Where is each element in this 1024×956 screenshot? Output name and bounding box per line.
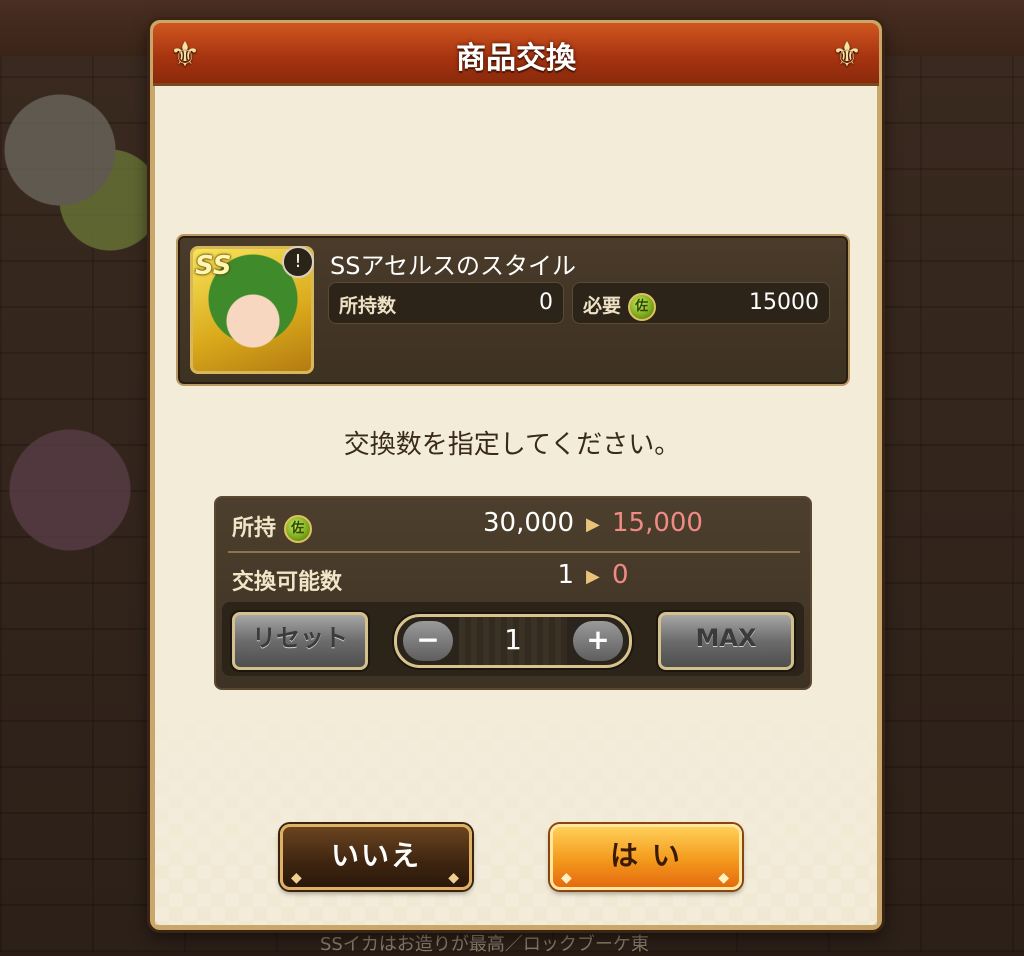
holding-before-value: 30,000 — [483, 508, 574, 538]
required-box: 必要 佐 15000 — [572, 282, 830, 324]
reset-button[interactable]: リセット — [232, 612, 368, 670]
quantity-value: 1 — [459, 617, 567, 665]
sword-icon: ! — [282, 246, 314, 278]
fleur-de-lis-icon: ⚜ — [831, 35, 863, 75]
dialog-title: 商品交換 — [456, 41, 576, 76]
item-name: SSアセルスのスタイル — [330, 252, 576, 280]
holding-label: 所持 佐 — [232, 510, 312, 543]
exchangeable-label: 交換可能数 — [232, 570, 343, 595]
ornament-icon: ◆ — [718, 870, 731, 886]
owned-count-box: 所持数 0 — [328, 282, 564, 324]
coin-icon: 佐 — [627, 292, 656, 321]
owned-count-label: 所持数 — [339, 295, 397, 317]
item-panel: SS ! SSアセルスのスタイル 所持数 0 必要 佐 15000 — [176, 234, 850, 386]
arrow-right-icon: ▶ — [586, 514, 600, 535]
owned-count-value: 0 — [539, 290, 553, 315]
minus-button[interactable]: − — [403, 621, 453, 661]
ornament-icon: ◆ — [561, 870, 574, 886]
exchangeable-after-value: 0 — [612, 560, 629, 590]
rank-badge: SS — [195, 251, 232, 281]
dialog-title-bar: ⚜ 商品交換 ⚜ — [153, 23, 879, 86]
yes-button[interactable]: ◆ は い ◆ — [550, 824, 742, 890]
exchangeable-before-value: 1 — [557, 560, 574, 590]
no-button[interactable]: ◆ いいえ ◆ — [280, 824, 472, 890]
divider — [228, 551, 800, 553]
coin-icon: 佐 — [283, 515, 312, 543]
ornament-icon: ◆ — [291, 870, 304, 886]
max-button[interactable]: MAX — [658, 612, 794, 670]
background-character — [0, 70, 150, 590]
exchange-dialog: ⚜ 商品交換 ⚜ — [150, 20, 882, 930]
holding-after-value: 15,000 — [612, 508, 703, 538]
required-label: 必要 佐 — [583, 291, 656, 321]
prompt-text: 交換数を指定してください。 — [343, 430, 681, 460]
background-ticker-text: SSイカはお造りが最高／ロックブーケ東 — [320, 934, 649, 955]
arrow-right-icon: ▶ — [586, 566, 600, 587]
required-value: 15000 — [749, 290, 819, 315]
quantity-stepper: − 1 + — [394, 614, 632, 668]
plus-button[interactable]: + — [573, 621, 623, 661]
ornament-icon: ◆ — [448, 870, 461, 886]
